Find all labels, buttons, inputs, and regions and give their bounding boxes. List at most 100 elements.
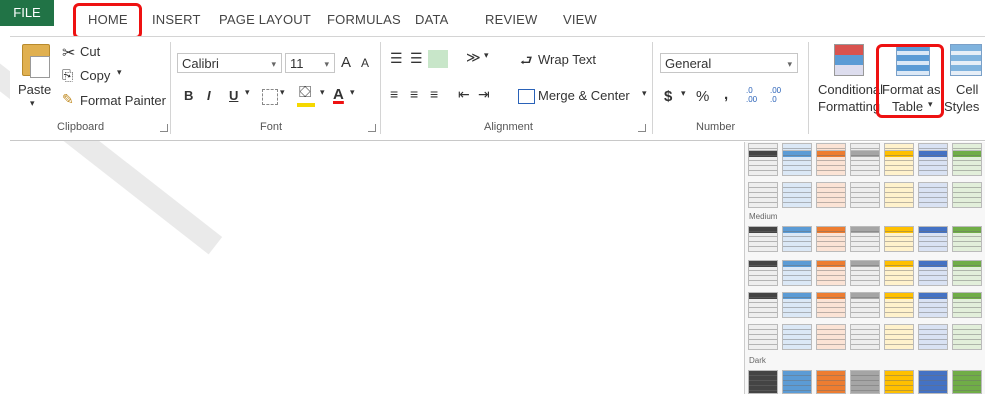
table-style-swatch[interactable]	[850, 292, 880, 318]
table-style-swatch[interactable]	[748, 292, 778, 318]
tab-page-layout[interactable]: PAGE LAYOUT	[219, 8, 311, 32]
copy-button[interactable]: Copy	[80, 68, 110, 83]
table-style-swatch[interactable]	[918, 370, 948, 394]
table-style-swatch[interactable]	[918, 292, 948, 318]
italic-button[interactable]: I	[207, 88, 211, 103]
table-style-swatch[interactable]	[884, 370, 914, 394]
table-style-swatch[interactable]	[816, 324, 846, 350]
font-name-select[interactable]: Calibri ▾	[177, 53, 282, 73]
tab-file[interactable]: FILE	[0, 0, 54, 26]
table-style-swatch[interactable]	[884, 226, 914, 252]
table-style-swatch[interactable]	[782, 370, 812, 394]
table-style-swatch[interactable]	[952, 260, 982, 286]
table-style-swatch[interactable]	[918, 226, 948, 252]
table-style-swatch[interactable]	[850, 182, 880, 208]
table-style-swatch[interactable]	[850, 150, 880, 176]
orientation-chevron-icon[interactable]: ▾	[484, 50, 489, 61]
cut-button[interactable]: Cut	[80, 44, 100, 59]
table-style-swatch[interactable]	[952, 226, 982, 252]
table-style-swatch[interactable]	[884, 260, 914, 286]
underline-chevron-icon[interactable]: ▾	[245, 87, 250, 98]
align-center-icon[interactable]: ≡	[410, 86, 418, 102]
conditional-formatting-label-2[interactable]: Formatting	[818, 99, 880, 114]
table-style-swatch[interactable]	[748, 370, 778, 394]
table-style-swatch[interactable]	[884, 150, 914, 176]
alignment-launcher-icon[interactable]	[638, 124, 646, 132]
fill-color-icon[interactable]: ⛋	[299, 84, 311, 102]
table-style-swatch[interactable]	[782, 292, 812, 318]
format-painter-button[interactable]: Format Painter	[80, 93, 166, 108]
table-style-swatch[interactable]	[816, 226, 846, 252]
table-style-swatch[interactable]	[782, 182, 812, 208]
table-style-swatch[interactable]	[782, 260, 812, 286]
tab-insert[interactable]: INSERT	[152, 8, 201, 32]
cell-styles-label-2[interactable]: Styles	[944, 99, 979, 114]
tab-review[interactable]: REVIEW	[485, 8, 537, 32]
table-style-swatch[interactable]	[816, 292, 846, 318]
grow-font-button[interactable]: A	[341, 54, 351, 71]
table-style-swatch[interactable]	[952, 182, 982, 208]
table-style-swatch[interactable]	[918, 182, 948, 208]
bold-button[interactable]: B	[184, 88, 193, 103]
table-style-swatch[interactable]	[816, 260, 846, 286]
wrap-text-button[interactable]: Wrap Text	[538, 52, 596, 67]
table-style-swatch[interactable]	[816, 150, 846, 176]
table-style-swatch[interactable]	[850, 324, 880, 350]
table-style-swatch[interactable]	[748, 260, 778, 286]
table-style-swatch[interactable]	[918, 150, 948, 176]
table-style-swatch[interactable]	[884, 182, 914, 208]
table-style-swatch[interactable]	[884, 292, 914, 318]
table-style-swatch[interactable]	[748, 324, 778, 350]
merge-chevron-icon[interactable]: ▾	[642, 88, 647, 99]
table-style-swatch[interactable]	[782, 226, 812, 252]
wrap-text-icon[interactable]: ⮐	[520, 50, 533, 74]
table-style-swatch[interactable]	[952, 370, 982, 394]
currency-chevron-icon[interactable]: ▾	[681, 88, 686, 99]
table-style-swatch[interactable]	[782, 150, 812, 176]
orientation-icon[interactable]: ≫	[466, 49, 481, 66]
font-color-button[interactable]: A	[333, 86, 344, 103]
tab-formulas[interactable]: FORMULAS	[327, 8, 401, 32]
font-launcher-icon[interactable]	[368, 124, 376, 132]
format-painter-icon[interactable]: ✎	[62, 91, 74, 108]
table-style-swatch[interactable]	[816, 182, 846, 208]
table-style-swatch[interactable]	[918, 260, 948, 286]
table-style-swatch[interactable]	[884, 324, 914, 350]
table-style-swatch[interactable]	[918, 324, 948, 350]
table-style-swatch[interactable]	[850, 226, 880, 252]
tab-data[interactable]: DATA	[415, 8, 449, 32]
align-bottom-icon[interactable]	[428, 50, 448, 68]
copy-chevron-icon[interactable]: ▾	[117, 67, 122, 78]
underline-button[interactable]: U	[229, 88, 238, 103]
table-style-swatch[interactable]	[850, 260, 880, 286]
table-style-swatch[interactable]	[816, 370, 846, 394]
tab-view[interactable]: VIEW	[563, 8, 597, 32]
align-middle-icon[interactable]: ☰	[410, 50, 423, 67]
decrease-indent-icon[interactable]: ⇤	[458, 86, 470, 103]
clipboard-launcher-icon[interactable]	[160, 124, 168, 132]
paste-button[interactable]: Paste	[18, 82, 51, 97]
align-right-icon[interactable]: ≡	[430, 86, 438, 102]
merge-center-button[interactable]: Merge & Center	[538, 88, 630, 103]
fill-color-chevron-icon[interactable]: ▾	[320, 87, 325, 98]
currency-button[interactable]: $	[664, 88, 672, 105]
table-style-swatch[interactable]	[748, 182, 778, 208]
paste-chevron-icon[interactable]: ▾	[30, 98, 35, 109]
comma-button[interactable]: ,	[724, 86, 728, 103]
table-style-swatch[interactable]	[748, 150, 778, 176]
table-style-swatch[interactable]	[952, 292, 982, 318]
font-size-select[interactable]: 11 ▾	[285, 53, 335, 73]
borders-icon[interactable]	[262, 89, 278, 105]
table-style-swatch[interactable]	[952, 324, 982, 350]
conditional-formatting-icon[interactable]	[834, 44, 864, 76]
shrink-font-button[interactable]: A	[361, 56, 369, 70]
align-top-icon[interactable]: ☰	[390, 50, 403, 67]
cell-styles-label-1[interactable]: Cell	[956, 82, 978, 97]
font-color-chevron-icon[interactable]: ▾	[350, 87, 355, 98]
percent-button[interactable]: %	[696, 88, 709, 105]
cut-icon[interactable]: ✂	[62, 43, 75, 63]
table-style-swatch[interactable]	[850, 370, 880, 394]
borders-chevron-icon[interactable]: ▾	[280, 87, 285, 98]
decrease-decimal-button[interactable]: .00 .0	[770, 86, 788, 104]
merge-center-icon[interactable]	[518, 89, 535, 104]
